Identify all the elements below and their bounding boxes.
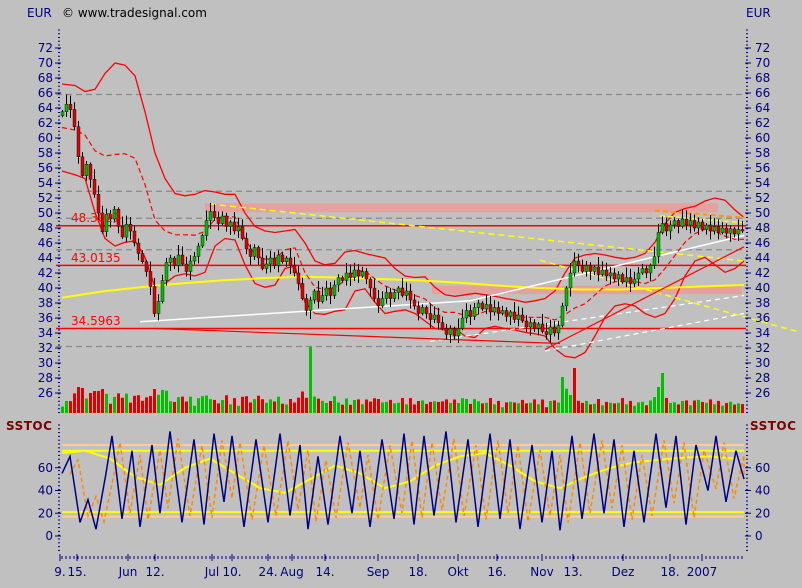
svg-text:66: 66: [755, 86, 770, 100]
svg-text:40: 40: [755, 484, 770, 498]
svg-text:48: 48: [38, 221, 53, 235]
svg-text:28: 28: [755, 371, 770, 385]
svg-text:42: 42: [755, 266, 770, 280]
svg-text:Sep: Sep: [367, 565, 390, 579]
svg-text:34: 34: [755, 326, 770, 340]
svg-text:Jul: Jul: [204, 565, 219, 579]
price-level-label-2: 43.0135: [71, 251, 121, 265]
svg-text:14.: 14.: [315, 565, 334, 579]
svg-text:48: 48: [755, 221, 770, 235]
price-level-label-1: 48.3027: [71, 211, 121, 225]
svg-text:Aug: Aug: [280, 565, 303, 579]
stoch-panel-label-right: SSTOC: [750, 419, 796, 433]
svg-text:44: 44: [38, 251, 53, 265]
chart-canvas: 7272707068686666646462626060585856565454…: [0, 0, 802, 588]
svg-text:24.: 24.: [258, 565, 277, 579]
svg-text:9.: 9.: [54, 565, 65, 579]
svg-text:64: 64: [38, 101, 53, 115]
svg-text:60: 60: [755, 461, 770, 475]
svg-text:10.: 10.: [222, 565, 241, 579]
svg-text:54: 54: [755, 176, 770, 190]
svg-text:40: 40: [755, 281, 770, 295]
svg-text:72: 72: [38, 41, 53, 55]
svg-text:64: 64: [755, 101, 770, 115]
svg-text:Jun: Jun: [118, 565, 138, 579]
svg-text:36: 36: [755, 311, 770, 325]
stoch-panel: [62, 431, 744, 530]
svg-text:26: 26: [38, 386, 53, 400]
svg-text:56: 56: [38, 161, 53, 175]
svg-text:62: 62: [755, 116, 770, 130]
volume-bars: [61, 347, 744, 413]
svg-text:68: 68: [38, 71, 53, 85]
svg-text:18.: 18.: [660, 565, 679, 579]
svg-text:44: 44: [755, 251, 770, 265]
svg-text:30: 30: [755, 356, 770, 370]
svg-text:16.: 16.: [487, 565, 506, 579]
svg-text:15.: 15.: [67, 565, 86, 579]
svg-text:20: 20: [38, 506, 53, 520]
svg-text:52: 52: [755, 191, 770, 205]
svg-text:58: 58: [38, 146, 53, 160]
svg-text:54: 54: [38, 176, 53, 190]
svg-text:70: 70: [38, 56, 53, 70]
svg-text:60: 60: [755, 131, 770, 145]
svg-text:62: 62: [38, 116, 53, 130]
svg-text:13.: 13.: [563, 565, 582, 579]
highlight-bands: [205, 203, 742, 294]
svg-text:12.: 12.: [145, 565, 164, 579]
svg-text:70: 70: [755, 56, 770, 70]
svg-text:68: 68: [755, 71, 770, 85]
svg-text:50: 50: [755, 206, 770, 220]
svg-text:0: 0: [755, 529, 763, 543]
svg-text:34: 34: [38, 326, 53, 340]
svg-text:52: 52: [38, 191, 53, 205]
chart-window: 7272707068686666646462626060585856565454…: [0, 0, 802, 588]
svg-text:42: 42: [38, 266, 53, 280]
svg-text:38: 38: [38, 296, 53, 310]
price-level-label-3: 34.5963: [71, 314, 121, 328]
svg-text:32: 32: [38, 341, 53, 355]
svg-text:50: 50: [38, 206, 53, 220]
svg-text:Okt: Okt: [447, 565, 468, 579]
svg-text:56: 56: [755, 161, 770, 175]
stoch-panel-label-left: SSTOC: [6, 419, 52, 433]
svg-text:72: 72: [755, 41, 770, 55]
svg-text:66: 66: [38, 86, 53, 100]
stoch-axis: 60 60 40 40 20 20 0 0: [38, 425, 771, 550]
currency-label-right: EUR: [746, 6, 771, 20]
svg-text:Nov: Nov: [530, 565, 553, 579]
svg-text:58: 58: [755, 146, 770, 160]
svg-text:2007: 2007: [687, 565, 718, 579]
svg-text:46: 46: [755, 236, 770, 250]
svg-text:40: 40: [38, 281, 53, 295]
svg-text:60: 60: [38, 461, 53, 475]
svg-text:30: 30: [38, 356, 53, 370]
svg-text:36: 36: [38, 311, 53, 325]
svg-text:0: 0: [45, 529, 53, 543]
svg-text:26: 26: [755, 386, 770, 400]
copyright-text: © www.tradesignal.com: [62, 6, 207, 20]
svg-text:18.: 18.: [408, 565, 427, 579]
svg-text:46: 46: [38, 236, 53, 250]
svg-text:28: 28: [38, 371, 53, 385]
svg-text:32: 32: [755, 341, 770, 355]
currency-label-left: EUR: [27, 6, 52, 20]
svg-text:Dez: Dez: [612, 565, 635, 579]
svg-text:38: 38: [755, 296, 770, 310]
svg-text:20: 20: [755, 506, 770, 520]
date-axis: 9.15. Jun 12. Jul10. 24.Aug 14. Sep 18. Okt 16. No…: [54, 554, 742, 579]
svg-text:40: 40: [38, 484, 53, 498]
price-axis: 7272707068686666646462626060585856565454…: [38, 30, 771, 413]
svg-text:60: 60: [38, 131, 53, 145]
